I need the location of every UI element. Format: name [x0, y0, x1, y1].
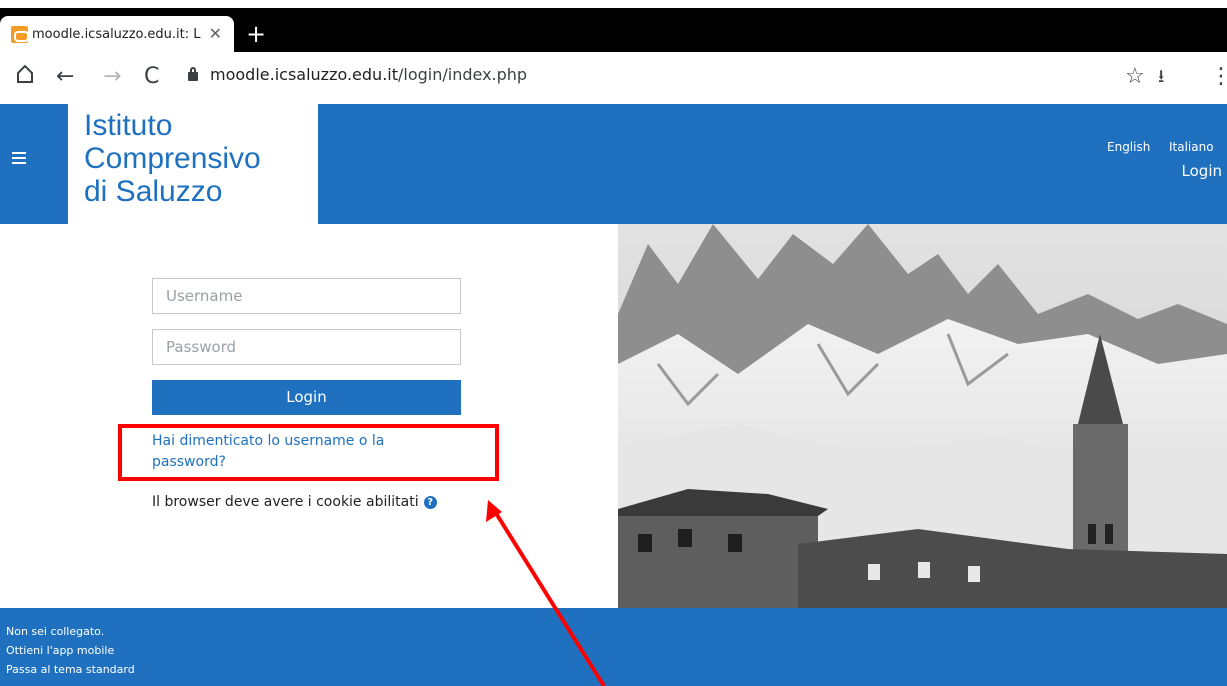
- logo-line: di Saluzzo: [84, 175, 223, 208]
- cookie-notice-text: Il browser deve avere i cookie abilitati: [152, 494, 419, 510]
- menu-dots-icon[interactable]: ⋮: [1210, 64, 1227, 90]
- language-italiano[interactable]: Italiano: [1169, 140, 1214, 154]
- home-icon[interactable]: [16, 64, 34, 91]
- annotation-highlight-box: [118, 424, 499, 481]
- tab-title: moodle.icsaluzzo.edu.it: L: [32, 26, 201, 42]
- close-tab-icon[interactable]: ✕: [209, 24, 222, 43]
- url-path: /login/index.php: [398, 65, 528, 84]
- download-icon[interactable]: ⭳: [1158, 64, 1164, 90]
- login-status-text: Non sei collegato.: [6, 625, 105, 638]
- header-login-link[interactable]: Login: [1182, 162, 1222, 180]
- browser-toolbar: ← → C moodle.icsaluzzo.edu.it/login/inde…: [0, 52, 1227, 104]
- forward-arrow-icon[interactable]: →: [103, 64, 121, 90]
- help-icon[interactable]: ?: [423, 495, 437, 509]
- password-input[interactable]: [152, 329, 461, 365]
- site-footer: Non sei collegato. Ottieni l'app mobile …: [0, 608, 1227, 686]
- logo-line: Comprensivo: [84, 142, 261, 175]
- standard-theme-link[interactable]: Passa al tema standard: [6, 663, 135, 676]
- url-host: moodle.icsaluzzo.edu.it: [210, 65, 398, 84]
- logo-line: Istituto: [84, 109, 173, 142]
- address-bar[interactable]: moodle.icsaluzzo.edu.it/login/index.php: [210, 65, 527, 84]
- new-tab-icon[interactable]: +: [246, 22, 266, 46]
- username-input[interactable]: [152, 278, 461, 314]
- browser-tab[interactable]: moodle.icsaluzzo.edu.it: L ✕: [0, 16, 234, 52]
- mountain-town-photo: [618, 224, 1227, 608]
- reload-icon[interactable]: C: [144, 64, 159, 90]
- lock-icon: [188, 67, 198, 81]
- back-arrow-icon[interactable]: ←: [56, 64, 74, 90]
- site-logo[interactable]: Istituto Comprensivo di Saluzzo: [68, 104, 318, 224]
- browser-tab-bar: moodle.icsaluzzo.edu.it: L ✕ +: [0, 8, 1227, 52]
- mobile-app-link[interactable]: Ottieni l'app mobile: [6, 644, 114, 657]
- language-english[interactable]: English: [1107, 140, 1150, 154]
- cookie-notice: Il browser deve avere i cookie abilitati…: [152, 494, 437, 510]
- hamburger-menu-icon[interactable]: [12, 152, 26, 166]
- moodle-favicon-icon: [11, 25, 29, 43]
- bookmark-star-icon[interactable]: ☆: [1125, 64, 1145, 90]
- login-button[interactable]: Login: [152, 380, 461, 415]
- site-header: Istituto Comprensivo di Saluzzo English …: [0, 104, 1227, 224]
